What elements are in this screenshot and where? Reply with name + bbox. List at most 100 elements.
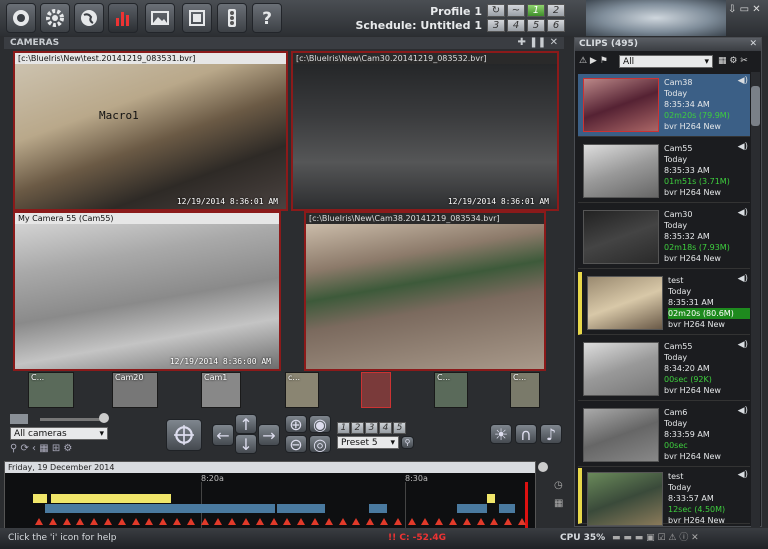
microphone-icon[interactable]: ♪	[540, 424, 562, 444]
camera-tile-cam55[interactable]: My Camera 55 (Cam55) 12/19/2014 8:36:00 …	[13, 211, 281, 371]
help-icon[interactable]: ?	[252, 3, 282, 33]
alert-marker-icon[interactable]	[48, 518, 57, 525]
zoom-in-button[interactable]: ⊕	[285, 415, 307, 434]
preset-3-button[interactable]: 3	[365, 422, 378, 434]
cameras-header-controls[interactable]: ✚ ❚❚ ✕	[518, 37, 558, 49]
alert-marker-icon[interactable]	[159, 518, 168, 525]
clips-scrollbar[interactable]	[751, 72, 760, 527]
ptz-up-button[interactable]: ↑	[235, 414, 257, 434]
camera-group-select[interactable]: All cameras ▾	[10, 427, 108, 440]
zoom-out-button[interactable]: ⊖	[285, 435, 307, 454]
alert-marker-icon[interactable]	[421, 518, 430, 525]
preset-4-button[interactable]: 4	[379, 422, 392, 434]
alert-marker-icon[interactable]	[62, 518, 71, 525]
alert-marker-icon[interactable]	[366, 518, 375, 525]
light-icon[interactable]: ☀	[490, 424, 512, 444]
profile-0-button[interactable]: ~	[507, 4, 525, 17]
ptz-right-button[interactable]: →	[258, 424, 280, 446]
status-icons[interactable]: ▬ ▬ ▬ ▣ ☑ ⚠ ⓘ ✕	[612, 528, 699, 549]
alert-marker-icon[interactable]	[435, 518, 444, 525]
alert-marker-icon[interactable]	[145, 518, 154, 525]
alert-marker-icon[interactable]	[407, 518, 416, 525]
alert-marker-icon[interactable]	[117, 518, 126, 525]
clip-item[interactable]: test Today 8:35:31 AM 02m20s (80.6M) bvr H26…	[578, 272, 750, 335]
alert-marker-icon[interactable]	[476, 518, 485, 525]
thumb-camera[interactable]: Cam20	[112, 372, 158, 408]
clip-filter-icons[interactable]: ⚠ ▶ ⚑	[579, 56, 608, 66]
timeline-segment[interactable]	[457, 504, 487, 513]
alert-marker-icon[interactable]	[338, 518, 347, 525]
alert-marker-icon[interactable]	[214, 518, 223, 525]
clip-item[interactable]: Cam30 Today 8:35:32 AM 02m18s (7.93M) bvr H2…	[578, 206, 750, 269]
alert-marker-icon[interactable]	[242, 518, 250, 525]
alert-marker-icon[interactable]	[200, 518, 209, 525]
refresh-icon[interactable]: ↻	[487, 4, 505, 17]
alert-marker-icon[interactable]	[324, 518, 333, 525]
alert-marker-icon[interactable]	[186, 518, 195, 525]
camera-tile-cam38[interactable]: [c:\BlueIris\New\Cam38.20141219_083534.b…	[304, 211, 546, 371]
profile-2-button[interactable]: 2	[547, 4, 565, 17]
calendar-icon[interactable]: ▦	[554, 498, 563, 509]
camera-icon[interactable]	[6, 3, 36, 33]
alert-marker-icon[interactable]	[104, 518, 112, 525]
alert-marker-icon[interactable]	[131, 518, 140, 525]
thumb-camera[interactable]: C...	[510, 372, 540, 408]
timeline-segment[interactable]	[33, 494, 47, 503]
close-window-icon[interactable]: ✕	[752, 4, 760, 15]
profile-5-button[interactable]: 5	[527, 19, 545, 32]
profile-1-button[interactable]: 1	[527, 4, 545, 17]
alert-marker-icon[interactable]	[76, 518, 85, 525]
thumb-camera[interactable]: Cam1	[201, 372, 241, 408]
clip-item[interactable]: Cam55 Today 8:34:20 AM 00sec (92K) bvr H264 …	[578, 338, 750, 401]
alert-marker-icon[interactable]	[35, 518, 43, 525]
alert-marker-icon[interactable]	[283, 518, 292, 525]
clip-tools-icons[interactable]: ▦ ⚙ ✂	[718, 56, 748, 66]
preset-1-button[interactable]: 1	[337, 422, 350, 434]
camera-tools-row[interactable]: ⚲ ⟳ ‹ ▦ ⊞ ⚙	[10, 443, 72, 454]
timeline-segment[interactable]	[51, 494, 171, 503]
restore-icon[interactable]: ▭	[740, 4, 749, 15]
alert-marker-icon[interactable]	[173, 518, 181, 525]
eye-icon[interactable]: ◉	[309, 415, 331, 434]
preset-5-button[interactable]: 5	[393, 422, 406, 434]
alert-marker-icon[interactable]	[90, 518, 99, 525]
alert-marker-icon[interactable]	[269, 518, 278, 525]
ptz-center-button[interactable]	[166, 419, 202, 451]
timeline-segment[interactable]	[499, 504, 515, 513]
profile-6-button[interactable]: 6	[547, 19, 565, 32]
timeline-segment[interactable]	[487, 494, 495, 503]
film-icon[interactable]	[182, 3, 212, 33]
timeline-segment[interactable]	[277, 504, 325, 513]
thumb-camera[interactable]	[361, 372, 391, 408]
preset-select[interactable]: Preset 5 ▾	[337, 436, 399, 449]
alert-marker-icon[interactable]	[518, 518, 526, 525]
image-icon[interactable]	[145, 3, 175, 33]
minimize-icon[interactable]: ⇩	[728, 4, 736, 15]
volume-slider-thumb[interactable]	[99, 413, 109, 423]
preset-go-button[interactable]: ⚲	[401, 436, 414, 449]
profile-4-button[interactable]: 4	[507, 19, 525, 32]
timeline[interactable]: Friday, 19 December 2014 8:20a 8:30a	[4, 461, 536, 529]
camera-tile-test[interactable]: [c:\BlueIris\New\test.20141219_083531.bv…	[13, 51, 288, 211]
gear-icon[interactable]	[40, 3, 70, 33]
clip-item[interactable]: Cam38 Today 8:35:34 AM 02m20s (79.9M) bvr H2…	[578, 74, 750, 137]
focus-icon[interactable]: ◎	[309, 435, 331, 454]
volume-slider[interactable]	[40, 418, 106, 421]
clock-icon[interactable]: ◷	[554, 480, 563, 491]
alert-marker-icon[interactable]	[352, 518, 361, 525]
clip-item[interactable]: test Today 8:33:57 AM 12sec (4.50M) bvr H264…	[578, 468, 750, 526]
preset-2-button[interactable]: 2	[351, 422, 364, 434]
ptz-left-button[interactable]: ←	[212, 424, 234, 446]
camera-tile-cam30[interactable]: [c:\BlueIris\New\Cam30.20141219_083532.b…	[291, 51, 559, 211]
alert-marker-icon[interactable]	[462, 518, 471, 525]
traffic-light-icon[interactable]	[217, 3, 247, 33]
headphones-icon[interactable]: ∩	[515, 424, 537, 444]
clip-filter-select[interactable]: All ▾	[619, 55, 713, 68]
chart-icon[interactable]	[108, 3, 138, 33]
thumb-camera[interactable]: c...	[285, 372, 319, 408]
clips-scrollbar-thumb[interactable]	[751, 86, 760, 126]
alert-marker-icon[interactable]	[504, 518, 513, 525]
clip-item[interactable]: Cam55 Today 8:35:33 AM 01m51s (3.71M) bvr H2…	[578, 140, 750, 203]
alert-marker-icon[interactable]	[255, 518, 264, 525]
globe-icon[interactable]	[74, 3, 104, 33]
